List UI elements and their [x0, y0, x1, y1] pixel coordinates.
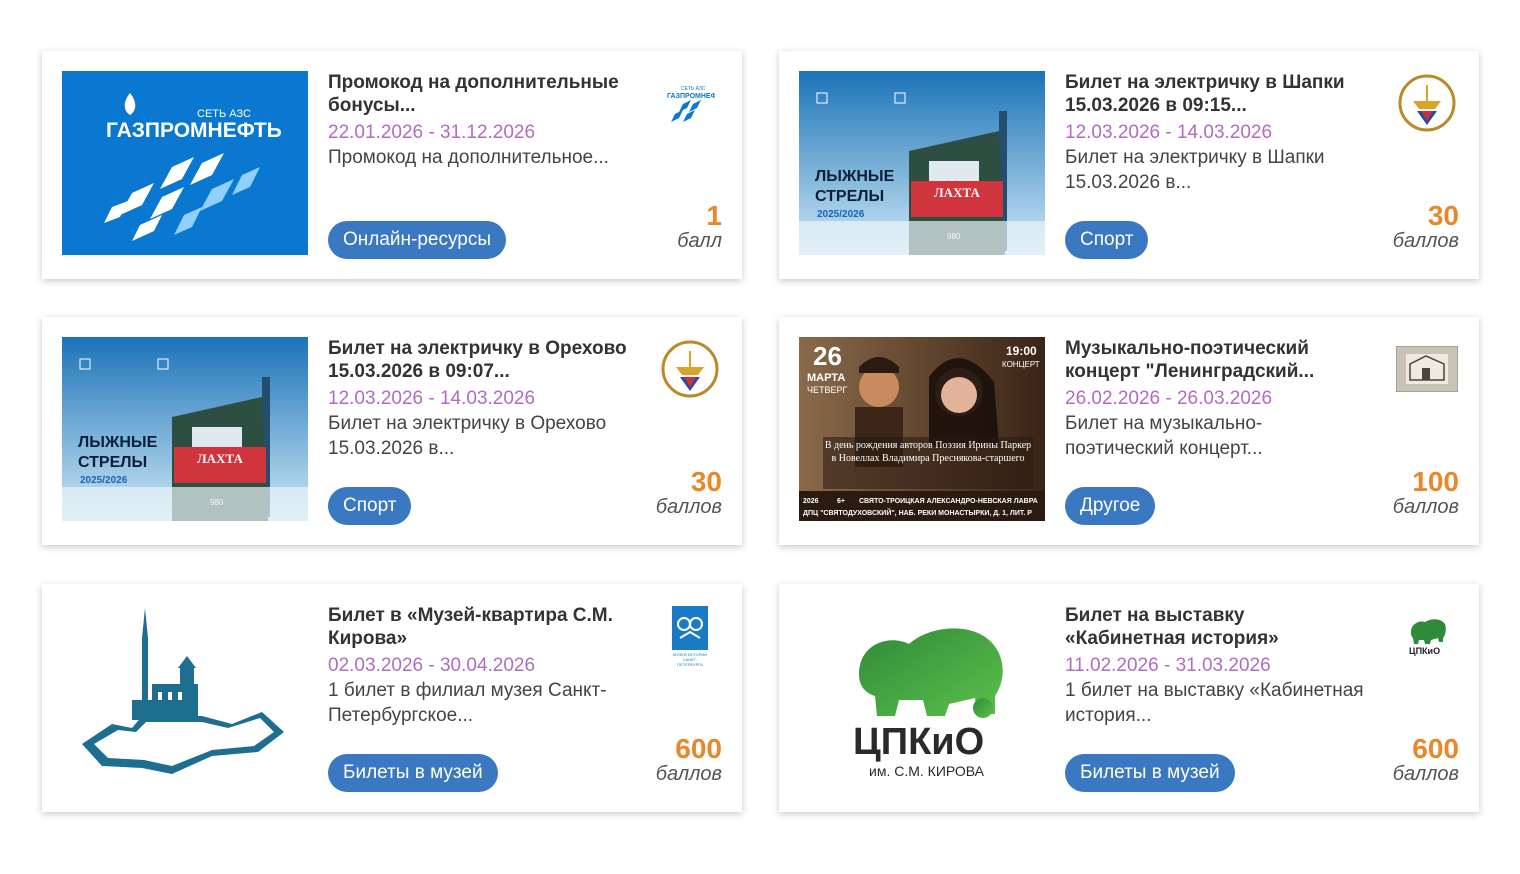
offer-image[interactable]: СЕТЬ АЗС ГАЗПРОМНЕФТЬ: [62, 71, 308, 255]
offer-description: Промокод на дополнительное...: [328, 147, 609, 168]
offer-dates: 11.02.2026 - 31.03.2026: [1065, 655, 1271, 676]
offer-image[interactable]: [62, 604, 308, 788]
offer-title[interactable]: Промокод на дополнительные бонусы...: [328, 71, 628, 117]
offer-title[interactable]: Билет на выставку «Кабинетная история»: [1065, 604, 1365, 650]
points-label: баллов: [1392, 496, 1459, 518]
banner-line2: СТРЕЛЫ: [815, 188, 884, 205]
points-label: баллов: [1392, 230, 1459, 252]
category-tag[interactable]: Билеты в музей: [328, 754, 498, 792]
offer-description: Билет на электричку в Орехово 15.03.2026…: [328, 413, 607, 459]
banner-season: 2025/2026: [817, 209, 865, 220]
offer-info: Музыкально-поэтический концерт "Ленингра…: [1065, 337, 1365, 461]
offer-title[interactable]: Билет на электричку в Шапки 15.03.2026 в…: [1065, 71, 1365, 117]
museum-logo-text: МУЗЕЙ ИСТОРИИ САНКТ-ПЕТЕРБУРГА: [672, 652, 708, 667]
points-value: 30: [1427, 200, 1459, 231]
poster-kind: КОНЦЕРТ: [1002, 360, 1040, 369]
poster-weekday: ЧЕТВЕРГ: [807, 385, 848, 395]
cpkio-sub: им. С.М. КИРОВА: [869, 763, 985, 779]
offer-image[interactable]: 26 МАРТА ЧЕТВЕРГ 19:00 КОНЦЕРТ В день ро…: [799, 337, 1045, 521]
points-block: 600 баллов: [612, 733, 722, 785]
offer-description: Билет на музыкально-поэтический концерт.…: [1065, 413, 1263, 459]
points-value: 30: [690, 466, 722, 497]
gazpromneft-banner: СЕТЬ АЗС ГАЗПРОМНЕФТЬ: [104, 93, 282, 241]
category-tag[interactable]: Другое: [1065, 487, 1156, 525]
cpkio-lion-logo-icon: ЦПКиО: [1395, 604, 1459, 668]
offer-card[interactable]: 26 МАРТА ЧЕТВЕРГ 19:00 КОНЦЕРТ В день ро…: [779, 317, 1479, 545]
points-label: баллов: [655, 763, 722, 785]
offer-info: Билет на электричку в Шапки 15.03.2026 в…: [1065, 71, 1365, 195]
category-tag[interactable]: Билеты в музей: [1065, 754, 1235, 792]
poster-time: 19:00: [1006, 344, 1037, 358]
offer-description: 1 билет на выставку «Кабинетная история.…: [1065, 680, 1364, 726]
offer-info: Билет на электричку в Орехово 15.03.2026…: [328, 337, 628, 461]
offer-info: Промокод на дополнительные бонусы... 22.…: [328, 71, 628, 195]
points-block: 1 балл: [612, 200, 722, 252]
offer-dates: 12.03.2026 - 14.03.2026: [328, 388, 536, 409]
offer-card[interactable]: ЦПКиО им. С.М. КИРОВА Билет на выставку …: [779, 584, 1479, 812]
offer-image[interactable]: ЦПКиО им. С.М. КИРОВА: [799, 604, 1045, 788]
points-value: 600: [1412, 733, 1459, 764]
points-block: 600 баллов: [1349, 733, 1459, 785]
offers-grid: СЕТЬ АЗС ГАЗПРОМНЕФТЬ Промокод на дополн…: [0, 0, 1520, 874]
points-label: баллов: [655, 496, 722, 518]
category-tag[interactable]: Спорт: [1065, 221, 1149, 259]
train-sign: ЛАХТА: [934, 185, 980, 200]
ski-train-banner: ЛАХТА 980 ЛЫЖНЫЕ СТРЕЛЫ 2025/2026: [799, 71, 1045, 255]
poster-month: МАРТА: [807, 372, 845, 384]
points-block: 100 баллов: [1349, 466, 1459, 518]
offer-title[interactable]: Билет на электричку в Орехово 15.03.2026…: [328, 337, 628, 383]
offer-dates: 02.03.2026 - 30.04.2026: [328, 655, 536, 676]
concert-poster: 26 МАРТА ЧЕТВЕРГ 19:00 КОНЦЕРТ В день ро…: [799, 337, 1045, 521]
offer-dates: 26.02.2026 - 26.03.2026: [1065, 388, 1273, 409]
offer-card[interactable]: СЕТЬ АЗС ГАЗПРОМНЕФТЬ Промокод на дополн…: [42, 51, 742, 279]
poster-age: 6+: [837, 498, 845, 505]
poster-venue: СВЯТО-ТРОИЦКАЯ АЛЕКСАНДРО-НЕВСКАЯ ЛАВРА: [859, 498, 1038, 505]
ship-emblem-logo-icon: [658, 337, 722, 401]
gazpromneft-logo-icon: СЕТЬ АЗС ГАЗПРОМНЕФТЬ: [658, 71, 722, 135]
poster-day: 26: [813, 341, 842, 371]
offer-description: 1 билет в филиал музея Санкт-Петербургск…: [328, 680, 607, 726]
points-value: 600: [675, 733, 722, 764]
banner-line2: СТРЕЛЫ: [78, 454, 147, 471]
offer-card[interactable]: Билет в «Музей-квартира С.М. Кирова» 02.…: [42, 584, 742, 812]
points-label: баллов: [1392, 763, 1459, 785]
poster-year: 2026: [803, 498, 819, 505]
points-block: 30 баллов: [1349, 200, 1459, 252]
train-sign: ЛАХТА: [197, 451, 243, 466]
offer-title[interactable]: Билет в «Музей-квартира С.М. Кирова»: [328, 604, 628, 650]
banner-line1: ЛЫЖНЫЕ: [815, 168, 895, 185]
banner-season: 2025/2026: [80, 475, 128, 486]
category-tag[interactable]: Спорт: [328, 487, 412, 525]
offer-dates: 22.01.2026 - 31.12.2026: [328, 122, 536, 143]
points-block: 30 баллов: [612, 466, 722, 518]
ski-train-banner: ЛАХТА 980 ЛЫЖНЫЕ СТРЕЛЫ 2025/2026: [62, 337, 308, 521]
points-value: 100: [1412, 466, 1459, 497]
banner-line1: ЛЫЖНЫЕ: [78, 434, 158, 451]
offer-card[interactable]: ЛАХТА 980 ЛЫЖНЫЕ СТРЕЛЫ 2025/2026 Билет …: [42, 317, 742, 545]
poster-address: ДПЦ "СВЯТОДУХОВСКИЙ", НАБ. РЕКИ МОНАСТЫР…: [803, 508, 1032, 517]
offer-image[interactable]: ЛАХТА 980 ЛЫЖНЫЕ СТРЕЛЫ 2025/2026: [799, 71, 1045, 255]
cpkio-name: ЦПКиО: [853, 721, 984, 763]
offer-info: Билет в «Музей-квартира С.М. Кирова» 02.…: [328, 604, 628, 728]
svg-text:СЕТЬ АЗС: СЕТЬ АЗС: [681, 86, 706, 92]
building-sketch-logo-icon: [1395, 337, 1459, 401]
category-tag[interactable]: Онлайн-ресурсы: [328, 221, 507, 259]
points-value: 1: [706, 200, 722, 231]
banner-brand-text: ГАЗПРОМНЕФТЬ: [106, 119, 282, 142]
fortress-silhouette: [82, 608, 284, 774]
cpkio-logo-text: ЦПКиО: [1409, 646, 1440, 656]
svg-text:ГАЗПРОМНЕФТЬ: ГАЗПРОМНЕФТЬ: [667, 93, 715, 100]
offer-dates: 12.03.2026 - 14.03.2026: [1065, 122, 1273, 143]
cpkio-lion-banner: ЦПКиО им. С.М. КИРОВА: [853, 628, 1003, 779]
offer-title[interactable]: Музыкально-поэтический концерт "Ленингра…: [1065, 337, 1365, 383]
offer-description: Билет на электричку в Шапки 15.03.2026 в…: [1065, 147, 1325, 193]
offer-info: Билет на выставку «Кабинетная история» 1…: [1065, 604, 1365, 728]
ship-emblem-logo-icon: [1395, 71, 1459, 135]
points-label: балл: [677, 230, 722, 252]
offer-card[interactable]: ЛАХТА 980 ЛЫЖНЫЕ СТРЕЛЫ 2025/2026 Билет …: [779, 51, 1479, 279]
museum-history-logo-icon: МУЗЕЙ ИСТОРИИ САНКТ-ПЕТЕРБУРГА: [658, 604, 722, 668]
offer-image[interactable]: ЛАХТА 980 ЛЫЖНЫЕ СТРЕЛЫ 2025/2026: [62, 337, 308, 521]
poster-caption: В день рождения авторов Поэзия Ирины Пар…: [824, 440, 1032, 464]
